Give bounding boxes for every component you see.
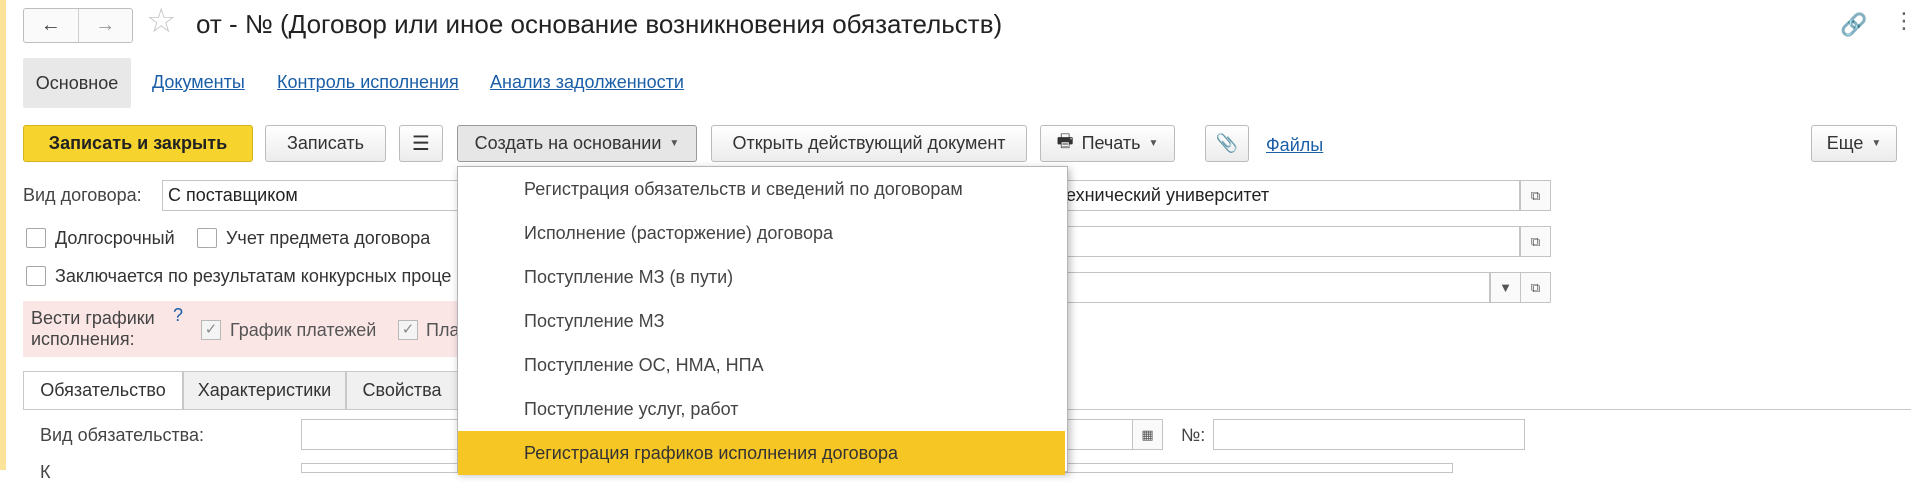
more-actions-icon[interactable]: ⋮ <box>1893 10 1911 32</box>
menu-item-fixed-assets-receipt[interactable]: Поступление ОС, НМА, НПА <box>458 343 1065 387</box>
section-link-documents[interactable]: Документы <box>152 72 245 93</box>
open-organization-icon[interactable]: ⧉ <box>1520 180 1551 211</box>
tab-characteristics[interactable]: Характеристики <box>183 371 346 409</box>
chevron-down-icon: ▼ <box>1871 138 1882 149</box>
menu-item-execution-schedules[interactable]: Регистрация графиков исполнения договора <box>458 431 1065 475</box>
left-accent-bar <box>0 0 6 470</box>
print-button[interactable]: 🖶 Печать ▼ <box>1040 125 1175 162</box>
second-field[interactable] <box>1060 226 1520 257</box>
link-icon[interactable]: 🔗 <box>1840 12 1867 38</box>
open-third-field-icon[interactable]: ⧉ <box>1520 272 1551 303</box>
schedules-label: Вести графики исполнения: <box>31 308 155 349</box>
files-link[interactable]: Файлы <box>1266 135 1323 156</box>
tender-checkbox[interactable] <box>26 266 46 286</box>
contract-type-field[interactable]: С поставщиком <box>162 180 462 211</box>
more-button[interactable]: Еще ▼ <box>1811 125 1897 162</box>
number-label: №: <box>1181 425 1206 445</box>
save-button[interactable]: Записать <box>265 125 386 162</box>
printer-icon: 🖶 <box>1056 130 1074 151</box>
plan-schedule-checkbox[interactable]: ✓ <box>398 320 418 340</box>
help-icon[interactable]: ? <box>173 305 183 326</box>
open-second-field-icon[interactable]: ⧉ <box>1520 226 1551 257</box>
report-icon[interactable]: ☰ <box>399 125 443 162</box>
page-title: от - № (Договор или иное основание возни… <box>196 9 1003 39</box>
chevron-down-icon[interactable]: ▼ <box>1490 272 1521 303</box>
section-link-debt-analysis[interactable]: Анализ задолженности <box>490 72 684 93</box>
tab-properties[interactable]: Свойства <box>346 371 458 409</box>
history-navigation: ← → <box>23 8 133 43</box>
section-main[interactable]: Основное <box>23 58 131 108</box>
save-and-close-button[interactable]: Записать и закрыть <box>23 125 253 162</box>
tab-obligation[interactable]: Обязательство <box>23 371 183 409</box>
calendar-icon[interactable]: ▦ <box>1132 419 1163 450</box>
long-term-label: Долгосрочный <box>55 228 175 248</box>
menu-item-contract-execution[interactable]: Исполнение (расторжение) договора <box>458 211 1065 255</box>
more-label: Еще <box>1826 133 1864 153</box>
long-term-checkbox[interactable] <box>26 228 46 248</box>
create-based-on-label: Создать на основании <box>474 133 662 153</box>
payments-schedule-checkbox[interactable]: ✓ <box>201 320 221 340</box>
menu-item-register-obligations[interactable]: Регистрация обязательств и сведений по д… <box>458 167 1065 211</box>
contract-subject-label: Учет предмета договора <box>226 228 431 248</box>
print-label: Печать <box>1081 133 1141 153</box>
create-based-on-button[interactable]: Создать на основании ▼ <box>457 125 697 162</box>
tender-label: Заключается по результатам конкурсных пр… <box>55 266 452 286</box>
chevron-down-icon: ▼ <box>669 138 680 149</box>
back-arrow-icon[interactable]: ← <box>24 9 78 42</box>
obligation-type-label: Вид обязательства: <box>40 425 205 445</box>
plan-schedule-label: Пла <box>426 320 460 340</box>
payments-schedule-label: График платежей <box>230 320 377 340</box>
favorite-star-icon[interactable]: ☆ <box>146 4 176 38</box>
organization-field[interactable]: ехнический университет <box>1060 180 1520 211</box>
third-field[interactable] <box>1060 272 1490 303</box>
menu-item-services-receipt[interactable]: Поступление услуг, работ <box>458 387 1065 431</box>
next-row-label: К <box>40 462 51 482</box>
menu-item-mz-in-transit[interactable]: Поступление МЗ (в пути) <box>458 255 1065 299</box>
section-link-execution-control[interactable]: Контроль исполнения <box>277 72 459 93</box>
chevron-down-icon: ▼ <box>1148 138 1159 149</box>
contract-subject-checkbox[interactable] <box>197 228 217 248</box>
menu-item-mz-receipt[interactable]: Поступление МЗ <box>458 299 1065 343</box>
open-current-document-button[interactable]: Открыть действующий документ <box>711 125 1027 162</box>
attachment-icon[interactable]: 📎 <box>1205 125 1249 162</box>
forward-arrow-icon[interactable]: → <box>77 9 133 42</box>
number-field[interactable] <box>1213 419 1525 450</box>
contract-type-label: Вид договора: <box>23 185 142 205</box>
date-field[interactable] <box>1060 419 1132 450</box>
create-based-on-menu: Регистрация обязательств и сведений по д… <box>457 166 1068 475</box>
